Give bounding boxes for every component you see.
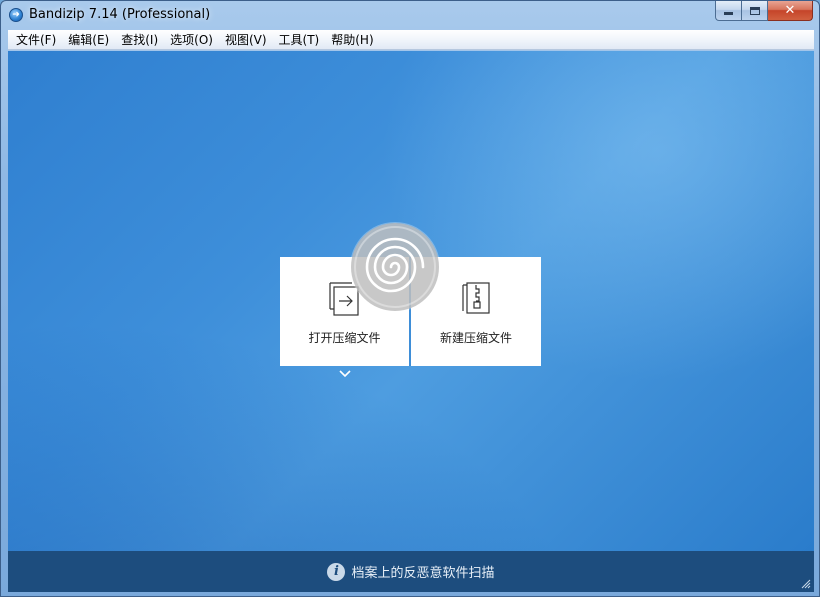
main-area: 打开压缩文件 新建压缩文件 [8,51,814,551]
menu-file[interactable]: 文件(F) [10,30,62,50]
minimize-icon [724,12,733,15]
resize-grip-icon[interactable] [801,579,811,589]
menu-options[interactable]: 选项(O) [164,30,219,50]
status-bar: i 档案上的反恶意软件扫描 [8,551,814,592]
menu-bar: 文件(F) 编辑(E) 查找(I) 选项(O) 视图(V) 工具(T) 帮助(H… [8,30,814,50]
info-icon[interactable]: i [327,562,346,581]
close-icon: ✕ [784,3,796,18]
menu-help[interactable]: 帮助(H) [325,30,379,50]
title-bar[interactable]: ➜ Bandizip 7.14 (Professional) ✕ [1,1,819,29]
maximize-icon [749,6,760,15]
close-button[interactable]: ✕ [768,1,813,21]
bandizip-logo [351,223,439,311]
open-archive-label: 打开压缩文件 [308,331,381,345]
menu-edit[interactable]: 编辑(E) [62,30,115,50]
maximize-button[interactable] [742,1,768,21]
minimize-button[interactable] [715,1,742,21]
chevron-down-icon[interactable] [338,369,352,379]
new-archive-label: 新建压缩文件 [439,331,512,345]
menu-view[interactable]: 视图(V) [219,30,273,50]
app-window: ➜ Bandizip 7.14 (Professional) ✕ 文件(F) 编… [0,0,820,597]
bandizip-icon[interactable]: ➜ [9,8,23,22]
swirl-logo-icon [354,226,436,308]
menu-find[interactable]: 查找(I) [115,30,164,50]
window-controls: ✕ [715,1,813,21]
menu-tools[interactable]: 工具(T) [273,30,326,50]
new-archive-icon [462,282,490,314]
window-title: Bandizip 7.14 (Professional) [29,7,211,22]
status-text[interactable]: 档案上的反恶意软件扫描 [351,562,494,581]
